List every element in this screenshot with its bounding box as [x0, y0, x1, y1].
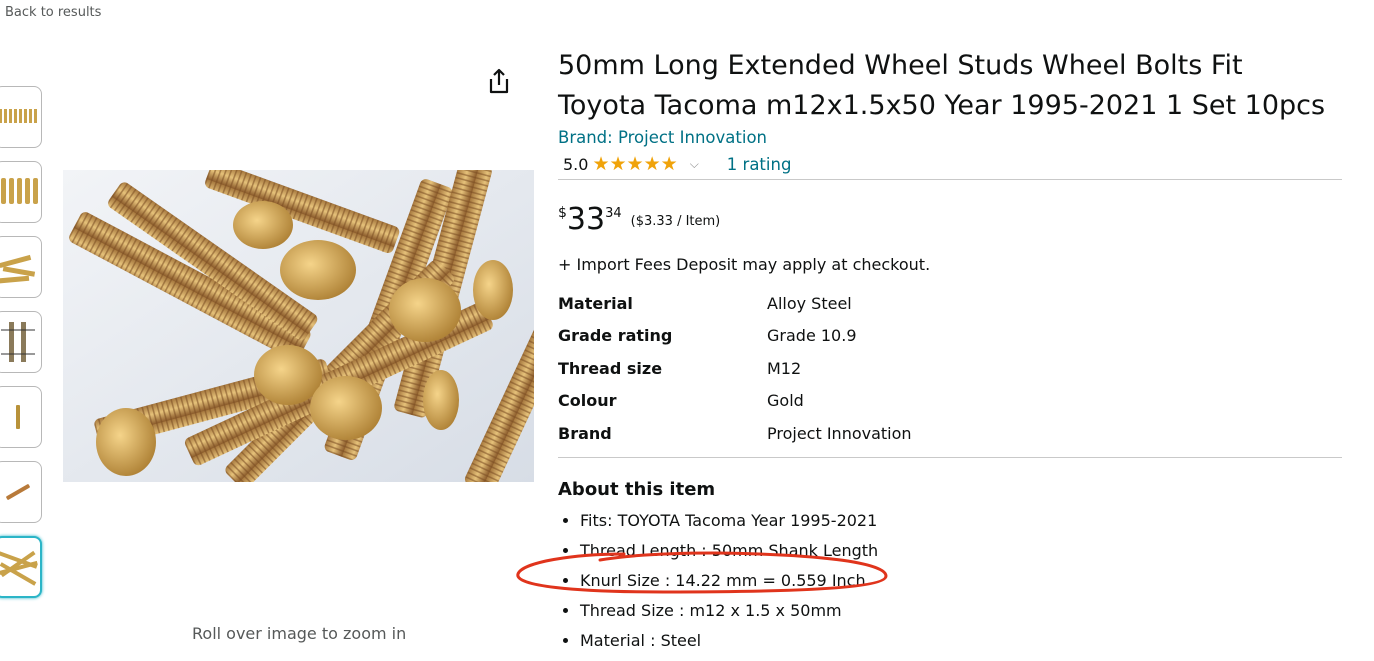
chevron-down-icon[interactable]: ⌵	[690, 157, 699, 172]
star-icon: ★	[660, 152, 678, 175]
spec-key: Material	[558, 293, 633, 313]
thumbnail-7-selected[interactable]	[0, 536, 42, 598]
about-bullet: Thread Size : m12 x 1.5 x 50mm	[580, 596, 1342, 626]
product-info: 50mm Long Extended Wheel Studs Wheel Bol…	[558, 46, 1342, 656]
star-icon: ★	[643, 152, 661, 175]
star-icon: ★	[592, 152, 610, 175]
about-bullet: Thread Length : 50mm Shank Length	[580, 536, 1342, 566]
spec-key: Brand	[558, 423, 612, 443]
spec-key: Thread size	[558, 358, 663, 378]
spec-row: Material Alloy Steel	[558, 287, 912, 320]
specs-table: Material Alloy Steel Grade rating Grade 10…	[558, 287, 912, 450]
thumbnail-1[interactable]	[0, 86, 42, 148]
thumbnail-strip	[0, 86, 46, 611]
spec-value: Project Innovation	[767, 423, 912, 443]
brand-link[interactable]: Brand: Project Innovation	[558, 127, 1342, 149]
spec-value: Alloy Steel	[767, 293, 852, 313]
star-icon: ★	[609, 152, 627, 175]
about-title: About this item	[558, 478, 716, 500]
thumbnail-2[interactable]	[0, 161, 42, 223]
thumbnail-6[interactable]	[0, 461, 42, 523]
about-bullet: Fits: TOYOTA Tacoma Year 1995-2021	[580, 506, 1342, 536]
about-bullets: Fits: TOYOTA Tacoma Year 1995-2021 Threa…	[558, 506, 1342, 656]
rating-value: 5.0	[563, 154, 589, 174]
rating-row: 5.0 ★ ★ ★ ★ ★ ⌵ 1 rating	[558, 149, 1342, 179]
share-icon[interactable]	[486, 67, 512, 95]
divider	[558, 456, 1342, 458]
product-title: 50mm Long Extended Wheel Studs Wheel Bol…	[558, 46, 1342, 126]
about-bullet: Knurl Size : 14.22 mm = 0.559 Inch	[580, 566, 1342, 596]
spec-row: Thread size M12	[558, 352, 912, 385]
price-symbol: $	[558, 205, 567, 221]
product-page: Back to results Roll over image to zoom …	[0, 0, 1374, 661]
price-fraction: 34	[605, 206, 622, 221]
spec-value: Gold	[767, 391, 804, 411]
price-whole: 33	[566, 202, 606, 237]
spec-row: Colour Gold	[558, 385, 912, 418]
zoom-hint: Roll over image to zoom in	[192, 624, 407, 643]
spec-row: Brand Project Innovation	[558, 417, 912, 450]
import-fees-note: + Import Fees Deposit may apply at check…	[558, 255, 931, 274]
thumbnail-4[interactable]	[0, 311, 42, 373]
spec-key: Grade rating	[558, 326, 673, 346]
spec-value: M12	[767, 358, 802, 378]
main-product-image[interactable]	[63, 160, 592, 494]
price: $ 33 34 ($3.33 / Item)	[558, 204, 1342, 238]
thumbnail-3[interactable]	[0, 236, 42, 298]
spec-row: Grade rating Grade 10.9	[558, 320, 912, 353]
unit-price: ($3.33 / Item)	[630, 214, 721, 229]
rating-count-link[interactable]: 1 rating	[727, 155, 792, 174]
product-title-line-1: 50mm Long Extended Wheel Studs Wheel Bol…	[558, 50, 1243, 81]
spec-value: Grade 10.9	[767, 326, 857, 346]
thumbnail-5[interactable]	[0, 386, 42, 448]
divider	[558, 179, 1342, 180]
back-to-results-link[interactable]: Back to results	[5, 5, 101, 20]
spec-key: Colour	[558, 391, 617, 411]
about-bullet: Material : Steel	[580, 626, 1342, 656]
product-title-line-2: Toyota Tacoma m12x1.5x50 Year 1995-2021 …	[558, 90, 1326, 121]
rating-stars[interactable]: ★ ★ ★ ★ ★	[592, 152, 678, 175]
star-icon: ★	[626, 152, 644, 175]
